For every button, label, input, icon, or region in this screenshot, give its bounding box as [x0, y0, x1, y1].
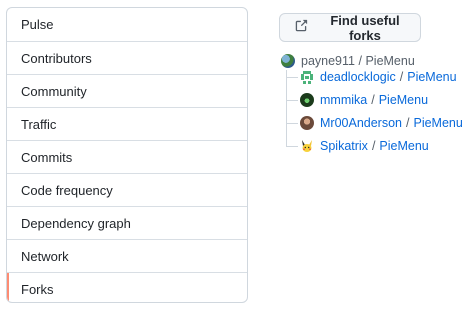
find-useful-forks-button[interactable]: Find useful forks [279, 12, 421, 43]
fork-repo-link[interactable]: PieMenu [413, 116, 462, 130]
link-external-icon [294, 19, 308, 36]
fork-repo-link[interactable]: PieMenu [407, 70, 456, 84]
fork-owner-avatar[interactable] [300, 116, 314, 130]
fork-owner-link[interactable]: Spikatrix [320, 139, 368, 153]
root-repo-name: PieMenu [365, 54, 415, 68]
fork-item: mmmika / PieMenu [286, 91, 428, 109]
sidebar-item-forks[interactable]: Forks [7, 272, 247, 302]
fork-item: Mr00Anderson / PieMenu [286, 114, 463, 132]
fork-separator: / [371, 139, 376, 153]
root-owner: payne911 [301, 54, 355, 68]
root-separator: / [358, 54, 362, 68]
fork-separator: / [399, 70, 404, 84]
sidebar-item-contributors[interactable]: Contributors [7, 41, 247, 74]
fork-owner-avatar[interactable] [300, 93, 314, 107]
fork-item: Spikatrix / PieMenu [286, 137, 429, 155]
fork-owner-link[interactable]: deadlocklogic [320, 70, 396, 84]
sidebar-item-dependency-graph[interactable]: Dependency graph [7, 206, 247, 239]
fork-owner-link[interactable]: mmmika [320, 93, 367, 107]
sidebar-item-pulse[interactable]: Pulse [7, 8, 247, 41]
find-useful-forks-label: Find useful forks [330, 12, 400, 43]
fork-repo-link[interactable]: PieMenu [379, 93, 428, 107]
insights-sidebar: Pulse Contributors Community Traffic Com… [6, 7, 248, 303]
fork-repo-link[interactable]: PieMenu [379, 139, 428, 153]
fork-owner-link[interactable]: Mr00Anderson [320, 116, 402, 130]
sidebar-item-network[interactable]: Network [7, 239, 247, 272]
root-owner-avatar [281, 54, 295, 68]
fork-owner-avatar[interactable] [300, 139, 314, 153]
forks-tree: payne911 / PieMenu deadlocklogic / PieMe… [279, 49, 474, 159]
sidebar-item-traffic[interactable]: Traffic [7, 107, 247, 140]
sidebar-item-code-frequency[interactable]: Code frequency [7, 173, 247, 206]
sidebar-item-community[interactable]: Community [7, 74, 247, 107]
sidebar-item-commits[interactable]: Commits [7, 140, 247, 173]
fork-separator: / [371, 93, 375, 107]
fork-item: deadlocklogic / PieMenu [286, 68, 457, 86]
fork-separator: / [406, 116, 410, 130]
fork-owner-avatar[interactable] [300, 70, 314, 84]
